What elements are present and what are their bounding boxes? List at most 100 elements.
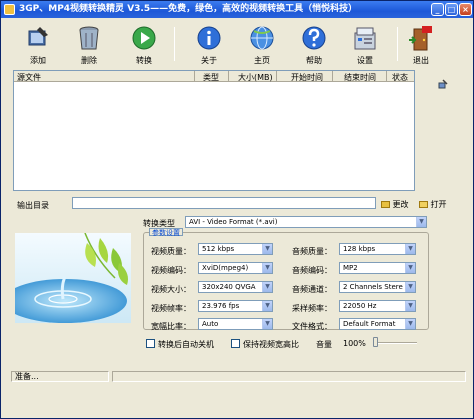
preview-image bbox=[15, 233, 131, 323]
info-icon bbox=[197, 26, 221, 50]
folder-icon bbox=[381, 201, 390, 208]
video-quality-select[interactable]: 512 kbps ▼ bbox=[198, 243, 273, 255]
open-button[interactable]: 打开 bbox=[419, 199, 447, 210]
audio-codec-value: MP2 bbox=[343, 264, 358, 272]
convert-type-select[interactable]: AVI - Video Format (*.avi) ▼ bbox=[185, 216, 427, 228]
open-label: 打开 bbox=[430, 200, 447, 209]
title-bar: 3GP、MP4视频转换精灵 V3.5——免费，绿色，高效的视频转换工具（悄悦科技… bbox=[1, 1, 473, 18]
file-format-label: 文件格式： bbox=[292, 322, 332, 331]
file-format-select[interactable]: Default Format ▼ bbox=[339, 318, 416, 330]
settings-button[interactable]: 设置 bbox=[345, 25, 385, 65]
delete-label: 删除 bbox=[81, 56, 97, 65]
sample-rate-label: 采样频率： bbox=[292, 304, 332, 313]
help-button[interactable]: 帮助 bbox=[294, 25, 334, 65]
sample-rate-select[interactable]: 22050 Hz ▼ bbox=[339, 300, 416, 312]
column-source[interactable]: 源文件 bbox=[17, 72, 41, 83]
progress-panel bbox=[112, 371, 466, 382]
main-window: 3GP、MP4视频转换精灵 V3.5——免费，绿色，高效的视频转换工具（悄悦科技… bbox=[0, 0, 474, 419]
column-status[interactable]: 状态 bbox=[392, 72, 408, 83]
output-dir-input[interactable] bbox=[72, 197, 376, 209]
toolbar-separator bbox=[174, 27, 175, 61]
video-fps-value: 23.976 fps bbox=[202, 302, 240, 310]
chevron-down-icon: ▼ bbox=[405, 319, 415, 329]
home-label: 主页 bbox=[254, 56, 270, 65]
convert-label: 转换 bbox=[136, 56, 152, 65]
aspect-value: Auto bbox=[202, 320, 219, 328]
shutdown-label: 转换后自动关机 bbox=[158, 340, 214, 349]
chevron-down-icon: ▼ bbox=[262, 263, 272, 273]
status-text: 准备... bbox=[11, 371, 109, 382]
volume-track[interactable] bbox=[373, 342, 417, 344]
video-codec-label: 视频编码： bbox=[151, 266, 191, 275]
params-group-title: 参数设置 bbox=[149, 228, 183, 237]
audio-codec-label: 音频编码： bbox=[292, 266, 332, 275]
audio-quality-value: 128 kbps bbox=[343, 245, 376, 253]
sample-rate-value: 22050 Hz bbox=[343, 302, 377, 310]
minimize-button[interactable]: _ bbox=[431, 3, 444, 16]
about-button[interactable]: 关于 bbox=[189, 25, 229, 65]
maximize-button[interactable]: □ bbox=[445, 3, 458, 16]
volume-label: 音量 bbox=[316, 340, 332, 349]
properties-icon[interactable] bbox=[438, 79, 448, 89]
file-format-value: Default Format bbox=[343, 320, 396, 328]
output-dir-label: 输出目录 bbox=[17, 201, 49, 210]
file-list-header: 源文件 类型 大小(MB) 开始时间 结束时间 状态 bbox=[14, 71, 414, 82]
chevron-down-icon: ▼ bbox=[405, 244, 415, 254]
aspect-select[interactable]: Auto ▼ bbox=[198, 318, 273, 330]
close-button[interactable]: × bbox=[459, 3, 472, 16]
add-label: 添加 bbox=[30, 56, 46, 65]
toolbar-separator bbox=[397, 27, 398, 61]
convert-button[interactable]: 转换 bbox=[124, 25, 164, 65]
add-button[interactable]: 添加 bbox=[18, 25, 58, 65]
column-start-time[interactable]: 开始时间 bbox=[291, 72, 323, 83]
video-size-label: 视频大小： bbox=[151, 285, 191, 294]
change-button[interactable]: 更改 bbox=[381, 199, 409, 210]
column-type[interactable]: 类型 bbox=[203, 72, 219, 83]
aspect-label: 宽幅比率： bbox=[151, 322, 191, 331]
about-label: 关于 bbox=[201, 56, 217, 65]
audio-channels-label: 音频通道： bbox=[292, 285, 332, 294]
settings-label: 设置 bbox=[357, 56, 373, 65]
help-icon bbox=[302, 26, 326, 50]
chevron-down-icon: ▼ bbox=[262, 282, 272, 292]
convert-type-value: AVI - Video Format (*.avi) bbox=[189, 218, 278, 226]
chevron-down-icon: ▼ bbox=[405, 282, 415, 292]
chevron-down-icon: ▼ bbox=[262, 244, 272, 254]
add-icon bbox=[28, 27, 48, 46]
file-list[interactable]: 源文件 类型 大小(MB) 开始时间 结束时间 状态 bbox=[13, 70, 415, 191]
video-codec-value: XviD(mpeg4) bbox=[202, 264, 249, 272]
video-codec-select[interactable]: XviD(mpeg4) ▼ bbox=[198, 262, 273, 274]
chevron-down-icon: ▼ bbox=[405, 301, 415, 311]
globe-icon bbox=[250, 26, 274, 50]
keep-aspect-label: 保持视频宽高比 bbox=[243, 340, 299, 349]
help-label: 帮助 bbox=[306, 56, 322, 65]
chevron-down-icon: ▼ bbox=[262, 319, 272, 329]
audio-channels-select[interactable]: 2 Channels Stere ▼ bbox=[339, 281, 416, 293]
exit-label: 退出 bbox=[413, 56, 429, 65]
exit-door-icon bbox=[409, 26, 432, 51]
video-fps-select[interactable]: 23.976 fps ▼ bbox=[198, 300, 273, 312]
settings-icon bbox=[354, 27, 376, 50]
column-end-time[interactable]: 结束时间 bbox=[344, 72, 376, 83]
home-button[interactable]: 主页 bbox=[242, 25, 282, 65]
shutdown-checkbox[interactable] bbox=[146, 339, 155, 348]
play-icon bbox=[132, 26, 156, 50]
video-quality-value: 512 kbps bbox=[202, 245, 235, 253]
delete-button[interactable]: 删除 bbox=[69, 25, 109, 65]
status-bar: 准备... bbox=[11, 371, 466, 382]
audio-codec-select[interactable]: MP2 ▼ bbox=[339, 262, 416, 274]
open-folder-icon bbox=[419, 201, 428, 208]
audio-quality-select[interactable]: 128 kbps ▼ bbox=[339, 243, 416, 255]
chevron-down-icon: ▼ bbox=[262, 301, 272, 311]
change-label: 更改 bbox=[392, 200, 409, 209]
exit-button[interactable]: 退出 bbox=[401, 25, 441, 65]
keep-aspect-checkbox[interactable] bbox=[231, 339, 240, 348]
video-size-select[interactable]: 320x240 QVGA ▼ bbox=[198, 281, 273, 293]
volume-slider-thumb[interactable] bbox=[373, 337, 378, 347]
app-icon bbox=[4, 4, 15, 15]
volume-value: 100% bbox=[343, 339, 366, 348]
trash-icon bbox=[79, 26, 99, 50]
video-size-value: 320x240 QVGA bbox=[202, 283, 256, 291]
column-size[interactable]: 大小(MB) bbox=[238, 72, 273, 83]
video-fps-label: 视频帧率： bbox=[151, 304, 191, 313]
